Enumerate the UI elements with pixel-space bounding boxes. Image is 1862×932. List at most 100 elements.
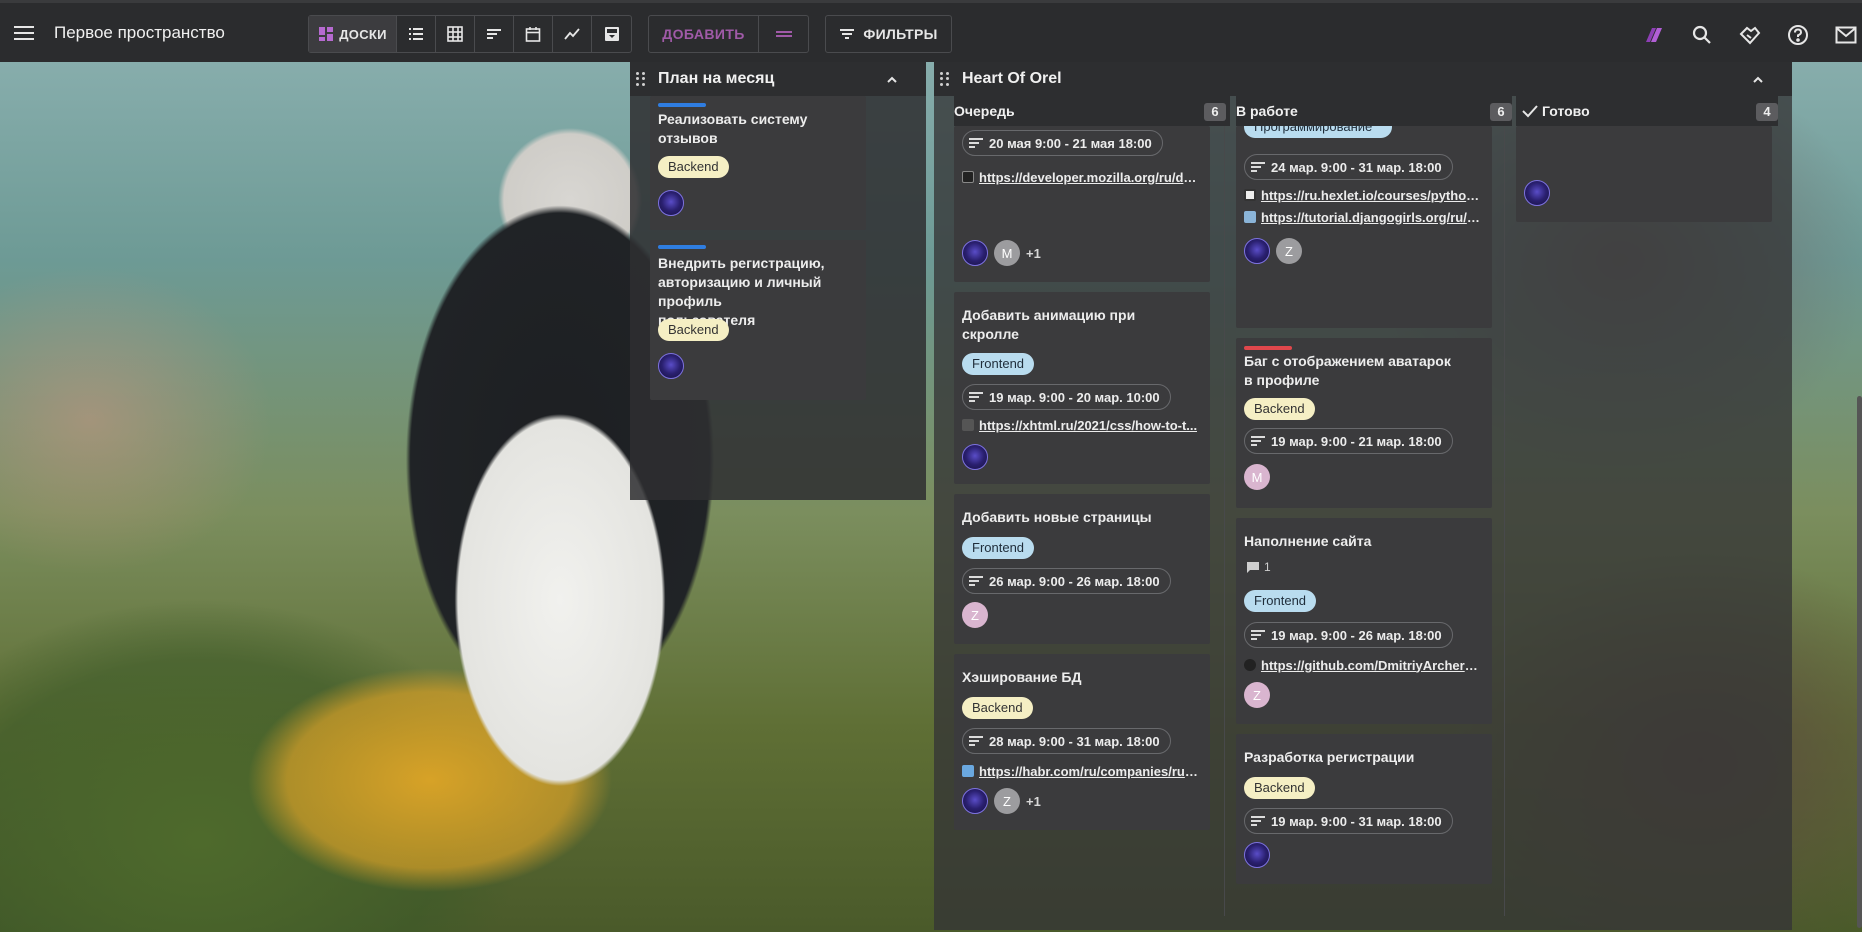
- date-range[interactable]: 19 мар. 9:00 - 21 мар. 18:00: [1244, 428, 1453, 454]
- more-assignees[interactable]: +1: [1026, 246, 1041, 261]
- avatar[interactable]: [658, 353, 684, 379]
- attachment-link[interactable]: https://xhtml.ru/2021/css/how-to-t...: [962, 416, 1198, 434]
- heart-panel-title[interactable]: Heart Of Orel: [962, 70, 1062, 88]
- attachment-link[interactable]: https://github.com/DmitriyArcher1/...: [1244, 656, 1480, 674]
- more-assignees[interactable]: +1: [1026, 794, 1041, 809]
- comments-count[interactable]: 1: [1246, 560, 1271, 574]
- date-lines-icon: [1251, 436, 1265, 446]
- avatar[interactable]: Z: [1276, 238, 1302, 264]
- tag-frontend[interactable]: Frontend: [962, 353, 1035, 375]
- avatar[interactable]: Z: [1244, 682, 1270, 708]
- filters-button[interactable]: ФИЛЬТРЫ: [825, 15, 952, 53]
- add-button[interactable]: ДОБАВИТЬ: [649, 16, 759, 52]
- help-icon[interactable]: [1786, 23, 1810, 47]
- table-icon: [447, 26, 463, 42]
- task-card[interactable]: Разработка регистрации Backend 19 мар. 9…: [1236, 734, 1492, 884]
- date-range[interactable]: 28 мар. 9:00 - 31 мар. 18:00: [962, 728, 1171, 754]
- calendar-view-button[interactable]: [514, 16, 553, 52]
- gantt-view-button[interactable]: [475, 16, 514, 52]
- avatar[interactable]: [962, 788, 988, 814]
- assignees: [658, 353, 684, 379]
- avatar[interactable]: Z: [962, 602, 988, 628]
- tag-backend[interactable]: Backend: [962, 697, 1033, 719]
- avatar[interactable]: [962, 444, 988, 470]
- chevron-up-icon[interactable]: [1752, 74, 1764, 86]
- calendar-icon: [525, 27, 541, 42]
- date-text: 19 мар. 9:00 - 21 мар. 18:00: [1271, 433, 1442, 449]
- column-header-done[interactable]: Готово 4: [1516, 96, 1778, 126]
- tag-backend[interactable]: Backend: [658, 156, 729, 178]
- task-card[interactable]: Хэширование БД Backend 28 мар. 9:00 - 31…: [954, 654, 1210, 830]
- tag-backend[interactable]: Backend: [1244, 777, 1315, 799]
- date-range[interactable]: 19 мар. 9:00 - 31 мар. 18:00: [1244, 808, 1453, 834]
- task-card[interactable]: Добавить новые страницы Frontend 26 мар.…: [954, 494, 1210, 644]
- avatar[interactable]: [1244, 842, 1270, 868]
- avatar[interactable]: M: [1244, 464, 1270, 490]
- avatar[interactable]: [1244, 238, 1270, 264]
- chevron-up-icon[interactable]: [886, 74, 898, 86]
- task-title: Баг с отображением аватарок в профиле: [1244, 352, 1451, 390]
- archive-view-button[interactable]: [592, 16, 631, 52]
- task-card[interactable]: Реализовать систему отзывов Backend: [650, 96, 866, 230]
- avatar[interactable]: [658, 190, 684, 216]
- list-view-button[interactable]: [397, 16, 436, 52]
- task-title-line: отзывов: [658, 130, 718, 146]
- avatar[interactable]: Z: [994, 788, 1020, 814]
- assignees: [1244, 842, 1270, 868]
- date-range[interactable]: 20 мая 9:00 - 21 мая 18:00: [962, 130, 1163, 156]
- task-card[interactable]: Программирование 24 мар. 9:00 - 31 мар. …: [1236, 126, 1492, 328]
- avatar[interactable]: [1524, 180, 1550, 206]
- plan-panel-title[interactable]: План на месяц: [658, 70, 774, 88]
- workspace-title[interactable]: Первое пространство: [54, 23, 225, 43]
- search-icon[interactable]: [1690, 23, 1714, 47]
- boards-view-button[interactable]: ДОСКИ: [309, 16, 397, 52]
- link-text: https://habr.com/ru/companies/ruv...: [979, 763, 1198, 779]
- task-card[interactable]: [1516, 126, 1772, 222]
- attachment-link[interactable]: https://ru.hexlet.io/courses/python-...: [1244, 186, 1480, 204]
- date-range[interactable]: 24 мар. 9:00 - 31 мар. 18:00: [1244, 154, 1453, 180]
- check-icon: [1522, 105, 1538, 118]
- app-logo-icon[interactable]: [1642, 23, 1666, 47]
- mail-icon[interactable]: [1834, 23, 1858, 47]
- priority-stripe: [658, 103, 706, 107]
- tag-backend[interactable]: Backend: [658, 319, 729, 341]
- tag-frontend[interactable]: Frontend: [962, 537, 1035, 559]
- drag-handle-icon[interactable]: [636, 72, 646, 86]
- avatar[interactable]: [962, 240, 988, 266]
- tag-frontend[interactable]: Frontend: [1244, 590, 1317, 612]
- tag-programming[interactable]: Программирование: [1244, 126, 1392, 138]
- table-view-button[interactable]: [436, 16, 475, 52]
- task-card[interactable]: Баг с отображением аватарок в профиле Ba…: [1236, 338, 1492, 508]
- link-text: https://github.com/DmitriyArcher1/...: [1261, 657, 1480, 673]
- avatar[interactable]: M: [994, 240, 1020, 266]
- menu-icon[interactable]: [14, 21, 38, 45]
- attachment-link[interactable]: https://developer.mozilla.org/ru/do...: [962, 168, 1198, 186]
- column-header-queue[interactable]: Очередь 6: [954, 96, 1230, 126]
- chart-view-button[interactable]: [553, 16, 592, 52]
- attachment-link[interactable]: https://habr.com/ru/companies/ruv...: [962, 762, 1198, 780]
- heart-panel-header: Heart Of Orel: [934, 62, 1792, 96]
- boards-icon: [319, 27, 334, 41]
- column-header-in-progress[interactable]: В работе 6: [1236, 96, 1512, 126]
- assignees: M: [1244, 464, 1270, 490]
- boards-view-label: ДОСКИ: [339, 26, 387, 42]
- list-icon: [409, 28, 423, 40]
- assignees: [962, 444, 988, 470]
- attachment-link[interactable]: https://tutorial.djangogirls.org/ru/dj..…: [1244, 208, 1480, 226]
- drag-handle-icon[interactable]: [940, 72, 950, 86]
- date-range[interactable]: 19 мар. 9:00 - 26 мар. 18:00: [1244, 622, 1453, 648]
- comments-count-text: 1: [1264, 560, 1271, 574]
- date-text: 19 мар. 9:00 - 20 мар. 10:00: [989, 389, 1160, 405]
- task-card[interactable]: 20 мая 9:00 - 21 мая 18:00 https://devel…: [954, 126, 1210, 282]
- task-card[interactable]: Внедрить регистрацию, авторизацию и личн…: [650, 240, 866, 400]
- task-card[interactable]: Добавить анимацию при скролле Frontend 1…: [954, 292, 1210, 484]
- date-range[interactable]: 19 мар. 9:00 - 20 мар. 10:00: [962, 384, 1171, 410]
- add-options-button[interactable]: [759, 16, 808, 52]
- date-range[interactable]: 26 мар. 9:00 - 26 мар. 18:00: [962, 568, 1171, 594]
- page-scrollbar[interactable]: [1857, 396, 1862, 928]
- handshake-icon[interactable]: [1738, 23, 1762, 47]
- tag-backend[interactable]: Backend: [1244, 398, 1315, 420]
- board-panel-plan: План на месяц Реализовать систему отзыво…: [630, 62, 926, 500]
- task-card[interactable]: Наполнение сайта 1 Frontend 19 мар. 9:00…: [1236, 518, 1492, 724]
- task-title: Разработка регистрации: [1244, 749, 1415, 765]
